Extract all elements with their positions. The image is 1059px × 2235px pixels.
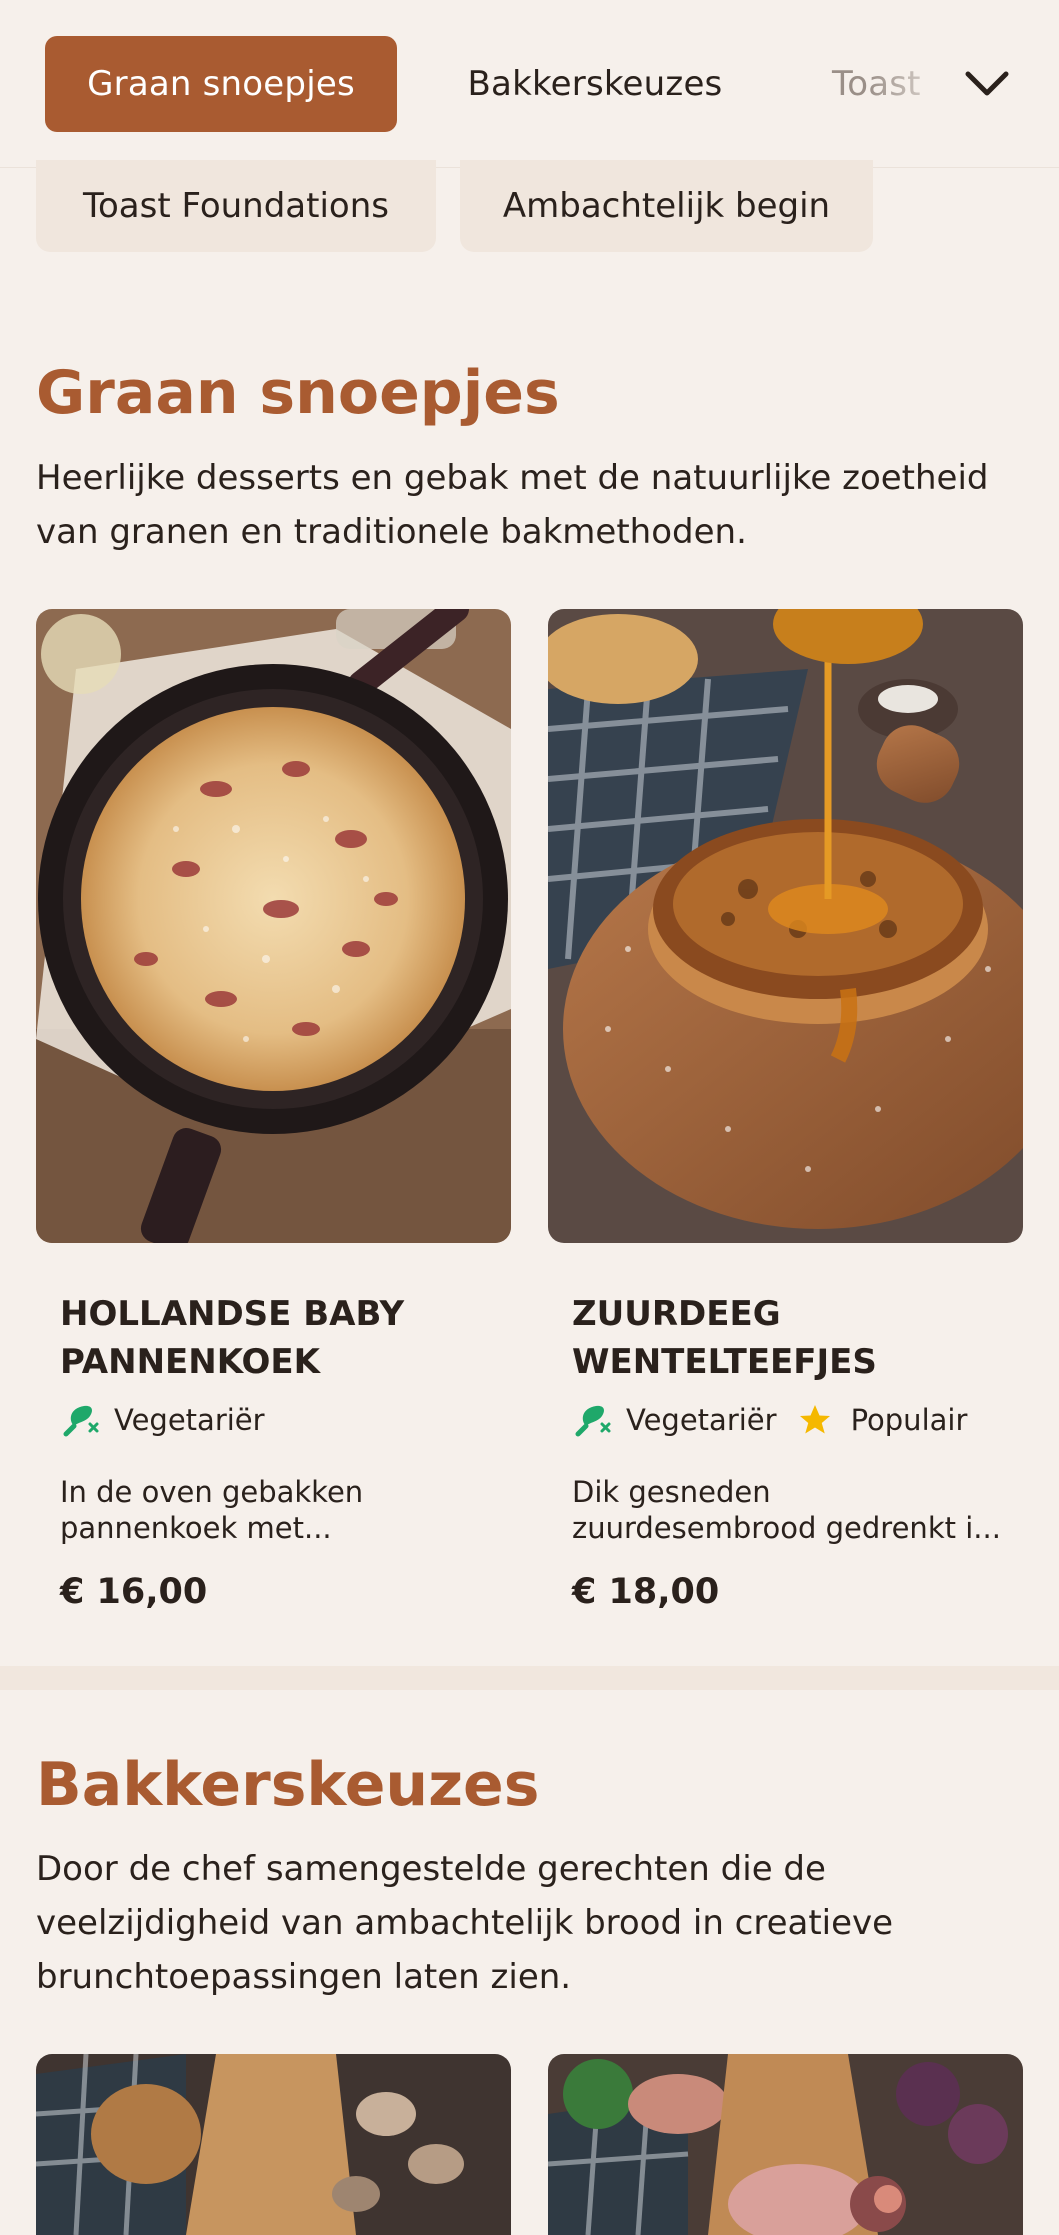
section-divider: [0, 1666, 1059, 1690]
product-price: € 16,00: [60, 1572, 208, 1612]
chip-toast-foundations[interactable]: Toast Foundations: [36, 160, 436, 252]
tag-vegetarian: Vegetariër: [572, 1400, 777, 1440]
chip-ambachtelijk-begin[interactable]: Ambachtelijk begin: [460, 160, 873, 252]
sourdough-french-toast-image[interactable]: [548, 609, 1023, 1243]
product-title[interactable]: Hollandse Baby Pannenkoek: [60, 1290, 500, 1386]
tag-label: Vegetariër: [626, 1403, 777, 1437]
section-title: Bakkerskeuzes: [36, 1750, 540, 1820]
tag-label: Vegetariër: [114, 1403, 265, 1437]
product-price: € 18,00: [572, 1572, 720, 1612]
vegetarian-icon: [60, 1400, 100, 1440]
category-nav: Graan snoepjes Bakkerskeuzes Toast: [0, 0, 1059, 168]
product-description: In de oven gebakken pannenkoek met...: [60, 1475, 364, 1545]
vegetarian-icon: [572, 1400, 612, 1440]
section-title: Graan snoepjes: [36, 358, 560, 428]
tag-list: Vegetariër: [60, 1400, 285, 1440]
tab-toast[interactable]: Toast: [800, 36, 950, 132]
tab-graan-snoepjes[interactable]: Graan snoepjes: [45, 36, 397, 132]
dutch-baby-pancake-image[interactable]: [36, 609, 511, 1243]
tab-bakkerskeuzes[interactable]: Bakkerskeuzes: [440, 36, 750, 132]
section-description: Heerlijke desserts en gebak met de natuu…: [36, 458, 989, 552]
product-description: Dik gesneden zuurdesembrood gedrenkt i..…: [572, 1475, 1001, 1545]
tag-vegetarian: Vegetariër: [60, 1400, 265, 1440]
tag-label: Populair: [850, 1403, 968, 1437]
section-description: Door de chef samengestelde gerechten die…: [36, 1849, 894, 1997]
product-image[interactable]: [548, 2054, 1023, 2235]
product-image[interactable]: [36, 2054, 511, 2235]
tag-popular: Populair: [797, 1400, 968, 1440]
tag-list: Vegetariër Populair: [572, 1400, 987, 1440]
chevron-down-icon[interactable]: [960, 60, 1014, 108]
product-title[interactable]: Zuurdeeg Wentelteefjes: [572, 1290, 1012, 1386]
star-icon: [797, 1400, 837, 1440]
